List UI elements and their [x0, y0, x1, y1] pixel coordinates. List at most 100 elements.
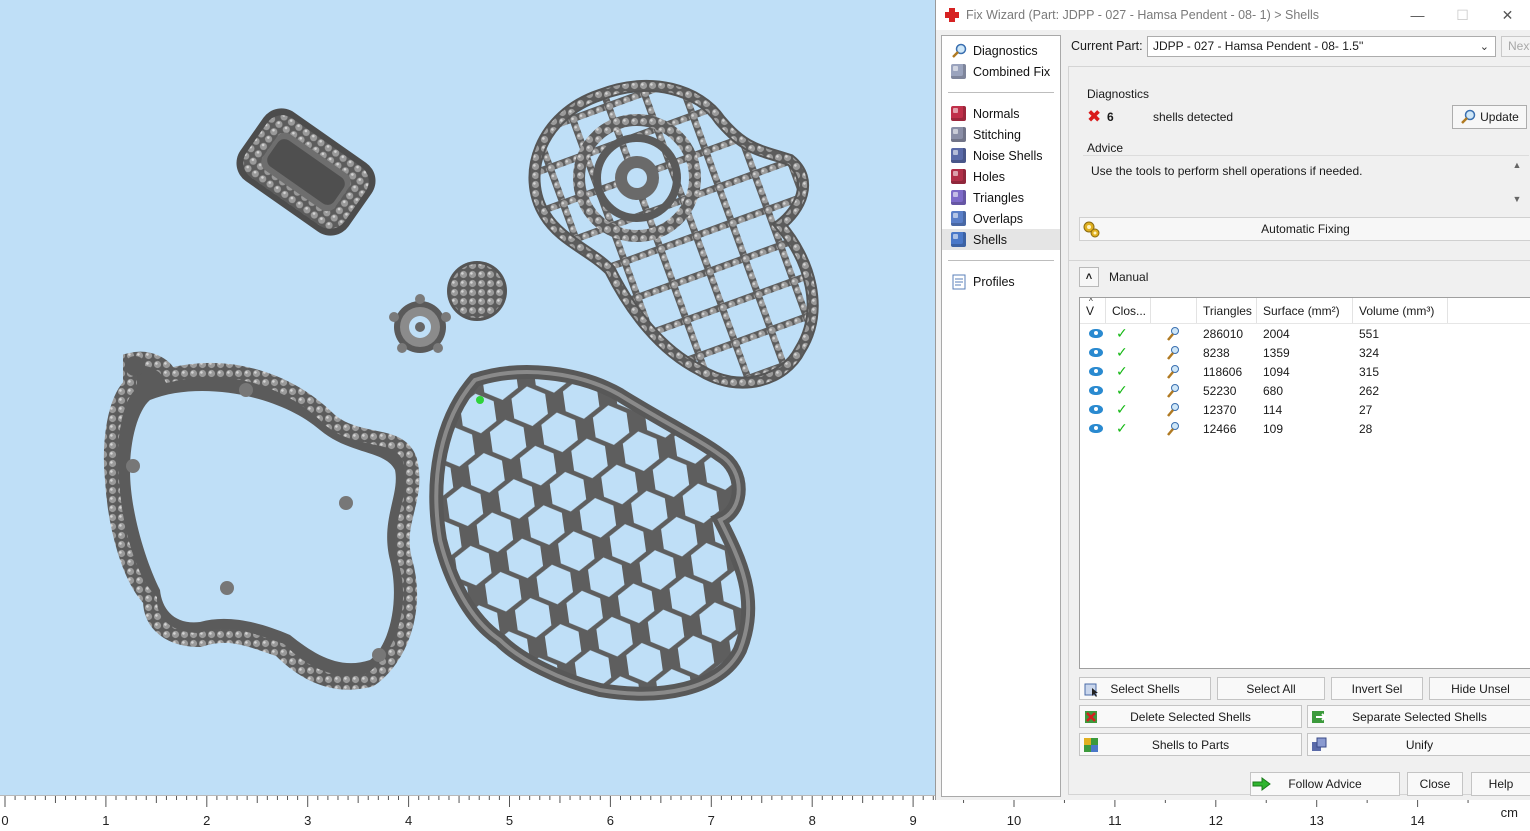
nav-item-diagnostics[interactable]: Diagnostics [942, 40, 1060, 61]
nav-item-noise-shells[interactable]: Noise Shells [942, 145, 1060, 166]
column-header-closed[interactable]: Clos... [1106, 298, 1151, 323]
maximize-button[interactable]: ☐ [1440, 0, 1485, 30]
separate-selected-shells-button[interactable]: Separate Selected Shells [1307, 705, 1530, 728]
inspect-cell[interactable] [1151, 421, 1197, 437]
triangles-cell: 52230 [1203, 383, 1237, 398]
eye-icon[interactable] [1089, 348, 1103, 357]
visibility-cell[interactable] [1080, 424, 1106, 433]
checkmark-icon: ✓ [1116, 363, 1128, 379]
inspect-cell[interactable] [1151, 364, 1197, 380]
bail-shell[interactable] [228, 100, 384, 245]
unify-button[interactable]: Unify [1307, 733, 1530, 756]
ruler-label: 4 [404, 813, 413, 828]
magic-wand-icon[interactable] [1165, 326, 1181, 342]
magic-wand-icon[interactable] [1165, 345, 1181, 361]
advice-scrollbar[interactable]: ▲ ▼ [1511, 160, 1523, 204]
next-button[interactable]: Next [1501, 35, 1530, 57]
current-part-select[interactable]: JDPP - 027 - Hamsa Pendent - 08- 1.5'' ⌄ [1147, 35, 1496, 57]
manual-title: Manual [1109, 270, 1149, 284]
nav-item-label: Shells [973, 232, 1008, 247]
column-header-action[interactable] [1151, 298, 1197, 323]
nav-item-label: Combined Fix [973, 64, 1051, 79]
table-row[interactable]: ✓ 286010 2004 551 [1080, 324, 1530, 343]
diagnostics-text: shells detected [1153, 110, 1234, 124]
shells-to-parts-icon [1080, 737, 1102, 753]
close-button[interactable]: Close [1407, 772, 1463, 796]
model-scene[interactable] [0, 0, 935, 795]
triangles-cell: 286010 [1203, 326, 1244, 341]
ruler-label: 0 [1, 813, 9, 828]
inspect-cell[interactable] [1151, 383, 1197, 399]
eye-icon[interactable] [1089, 405, 1103, 414]
update-button[interactable]: Update [1452, 105, 1527, 129]
select-shells-button[interactable]: Select Shells [1079, 677, 1211, 700]
combined-fix-icon [950, 63, 967, 80]
hamsa-frame-shell[interactable] [520, 70, 830, 400]
current-part-row: Current Part: JDPP - 027 - Hamsa Pendent… [1071, 35, 1530, 57]
visibility-cell[interactable] [1080, 405, 1106, 414]
magic-wand-icon[interactable] [1165, 383, 1181, 399]
bead-cluster-shell[interactable] [447, 261, 507, 321]
scroll-up-icon[interactable]: ▲ [1513, 160, 1522, 170]
help-button[interactable]: Help [1471, 772, 1530, 796]
eye-icon[interactable] [1089, 386, 1103, 395]
follow-advice-button[interactable]: Follow Advice [1250, 772, 1400, 796]
nav-item-holes[interactable]: Holes [942, 166, 1060, 187]
automatic-fixing-button[interactable]: Automatic Fixing [1079, 217, 1530, 241]
delete-selected-shells-button[interactable]: Delete Selected Shells [1079, 705, 1302, 728]
hamsa-honeycomb-shell[interactable] [420, 360, 760, 710]
minimize-button[interactable]: — [1395, 0, 1440, 30]
closed-cell: ✓ [1106, 325, 1151, 342]
ruler-label: 13 [1309, 813, 1324, 828]
column-header-volume[interactable]: Volume (mm³) [1353, 298, 1448, 323]
shells-table[interactable]: ^ V Clos... Triangles Surface (mm²) Volu… [1079, 297, 1530, 669]
collapse-button[interactable]: ˄ [1079, 267, 1099, 287]
column-header-surface[interactable]: Surface (mm²) [1257, 298, 1353, 323]
eye-icon[interactable] [1089, 329, 1103, 338]
visibility-cell[interactable] [1080, 348, 1106, 357]
select-shells-icon [1080, 681, 1102, 697]
overlaps-icon [950, 210, 967, 227]
sort-arrow-icon: ^ [1089, 297, 1093, 306]
triangles-cell: 8238 [1203, 345, 1230, 360]
table-row[interactable]: ✓ 52230 680 262 [1080, 381, 1530, 400]
table-body: ✓ 286010 2004 551 ✓ 8238 1359 324 ✓ 118606 1094 315… [1080, 324, 1530, 438]
title-bar[interactable]: Fix Wizard (Part: JDPP - 027 - Hamsa Pen… [936, 0, 1530, 30]
nav-item-profiles[interactable]: Profiles [942, 271, 1060, 292]
nav-item-label: Diagnostics [973, 43, 1038, 58]
visibility-cell[interactable] [1080, 367, 1106, 376]
hamsa-pave-shell[interactable] [103, 351, 420, 690]
table-row[interactable]: ✓ 118606 1094 315 [1080, 362, 1530, 381]
nav-item-shells[interactable]: Shells [942, 229, 1060, 250]
close-window-button[interactable]: ✕ [1485, 0, 1530, 30]
scroll-down-icon[interactable]: ▼ [1513, 194, 1522, 204]
visibility-cell[interactable] [1080, 386, 1106, 395]
3d-viewport[interactable] [0, 0, 935, 795]
magic-wand-icon[interactable] [1165, 402, 1181, 418]
column-header-triangles[interactable]: Triangles [1197, 298, 1257, 323]
table-row[interactable]: ✓ 12370 114 27 [1080, 400, 1530, 419]
inspect-cell[interactable] [1151, 402, 1197, 418]
magic-wand-icon[interactable] [1165, 421, 1181, 437]
column-header-visible[interactable]: ^ V [1080, 297, 1106, 323]
triangles-icon [950, 189, 967, 206]
hide-unsel-button[interactable]: Hide Unsel [1429, 677, 1530, 700]
eye-icon[interactable] [1089, 424, 1103, 433]
nav-item-triangles[interactable]: Triangles [942, 187, 1060, 208]
inspect-cell[interactable] [1151, 326, 1197, 342]
nav-item-normals[interactable]: Normals [942, 103, 1060, 124]
table-row[interactable]: ✓ 12466 109 28 [1080, 419, 1530, 438]
invert-sel-button[interactable]: Invert Sel [1331, 677, 1423, 700]
nav-item-overlaps[interactable]: Overlaps [942, 208, 1060, 229]
visibility-cell[interactable] [1080, 329, 1106, 338]
inspect-cell[interactable] [1151, 345, 1197, 361]
shells-to-parts-button[interactable]: Shells to Parts [1079, 733, 1302, 756]
eye-icon[interactable] [1089, 367, 1103, 376]
table-row[interactable]: ✓ 8238 1359 324 [1080, 343, 1530, 362]
select-all-button[interactable]: Select All [1217, 677, 1325, 700]
nav-item-stitching[interactable]: Stitching [942, 124, 1060, 145]
select-shells-label: Select Shells [1110, 681, 1180, 696]
magic-wand-icon[interactable] [1165, 364, 1181, 380]
stone-setting-shell[interactable] [389, 294, 451, 353]
nav-item-combined-fix[interactable]: Combined Fix [942, 61, 1060, 82]
